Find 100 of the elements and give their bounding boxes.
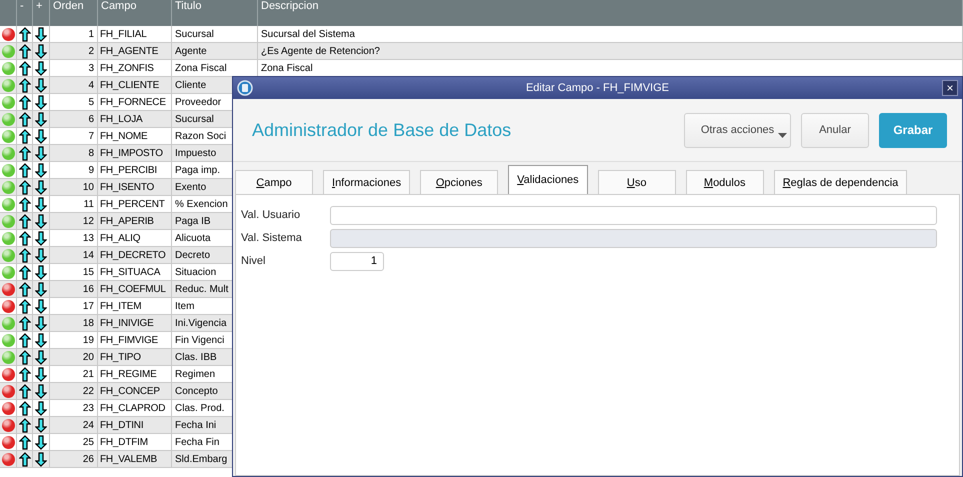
down-arrow-icon[interactable] [35,146,47,160]
down-arrow-icon[interactable] [35,44,47,58]
up-arrow-icon[interactable] [18,316,30,330]
up-arrow-icon[interactable] [18,128,30,144]
order-number: 20 [82,352,94,362]
up-arrow-icon[interactable] [18,282,30,296]
down-arrow-icon[interactable] [35,60,47,76]
field-label: Nivel [241,255,266,267]
field-title: % Exencion [175,198,228,210]
down-arrow-icon[interactable] [35,196,47,212]
tab[interactable]: Validaciones [508,165,588,194]
down-arrow-icon[interactable] [35,26,47,42]
down-arrow-icon[interactable] [35,434,47,450]
field-title: Sucursal [175,28,214,40]
up-arrow-icon[interactable] [18,400,30,416]
up-arrow-icon[interactable] [18,298,30,314]
field-name: FH_APERIB [100,216,154,226]
order-number: 6 [88,114,94,124]
order-number: 26 [82,454,94,464]
up-arrow-icon[interactable] [18,452,30,466]
column-header[interactable]: Descripcion [261,0,318,12]
field-name: FH_FORNECE [100,96,166,108]
down-arrow-icon[interactable] [35,452,47,466]
field-title: Clas. Prod. [175,402,224,414]
field-description: ¿Es Agente de Retencion? [261,46,380,56]
field-name: FH_ZONFIS [100,62,154,74]
column-header[interactable]: Titulo [175,0,202,12]
tab[interactable]: Informaciones [323,170,410,194]
up-arrow-icon[interactable] [18,60,30,76]
down-arrow-icon[interactable] [35,264,47,280]
down-arrow-icon[interactable] [35,384,47,398]
field-name: FH_TIPO [100,352,141,362]
up-arrow-icon[interactable] [18,214,30,228]
field-title: Zona Fiscal [175,62,227,74]
down-arrow-icon[interactable] [35,400,47,416]
down-arrow-icon[interactable] [35,78,47,92]
up-arrow-icon[interactable] [18,180,30,194]
column-header[interactable]: Campo [101,0,136,12]
down-arrow-icon[interactable] [35,366,47,382]
up-arrow-icon[interactable] [18,230,30,246]
field-description: Zona Fiscal [261,62,313,74]
column-header[interactable]: - [20,0,24,12]
field-name: FH_INIVIGE [100,318,154,328]
field-title: Fecha Fin [175,436,220,448]
order-number: 24 [82,420,94,430]
field-name: FH_DTFIM [100,436,148,448]
up-arrow-icon[interactable] [18,434,30,450]
up-arrow-icon[interactable] [18,264,30,280]
field-name: FH_IMPOSTO [100,148,163,158]
field-title: Fin Vigenci [175,334,224,346]
up-arrow-icon[interactable] [18,332,30,348]
down-arrow-icon[interactable] [35,162,47,178]
action-button[interactable]: Otras acciones [684,112,791,148]
field-name: FH_AGENTE [100,46,158,56]
up-arrow-icon[interactable] [18,366,30,382]
down-arrow-icon[interactable] [35,248,47,262]
order-number: 17 [82,300,94,312]
down-arrow-icon[interactable] [35,214,47,228]
field-name: FH_CONCEP [100,386,160,396]
up-arrow-icon[interactable] [18,78,30,92]
up-arrow-icon[interactable] [18,248,30,262]
order-number: 22 [82,386,94,396]
order-number: 5 [88,96,94,108]
up-arrow-icon[interactable] [18,384,30,398]
field-label: Val. Sistema [241,232,303,244]
down-arrow-icon[interactable] [35,230,47,246]
down-arrow-icon[interactable] [35,282,47,296]
up-arrow-icon[interactable] [18,44,30,58]
column-header[interactable]: Orden [53,0,84,12]
down-arrow-icon[interactable] [35,112,47,126]
tab[interactable]: Opciones [420,170,498,194]
down-arrow-icon[interactable] [35,350,47,364]
up-arrow-icon[interactable] [18,418,30,432]
down-arrow-icon[interactable] [35,418,47,432]
up-arrow-icon[interactable] [18,350,30,364]
close-button[interactable]: × [942,80,958,96]
field-title: Clas. IBB [175,352,217,362]
down-arrow-icon[interactable] [35,94,47,110]
input-field[interactable]: 1 [330,252,384,270]
down-arrow-icon[interactable] [35,332,47,348]
field-name: FH_NOME [100,130,148,142]
tab[interactable]: Campo [235,170,313,194]
up-arrow-icon[interactable] [18,26,30,42]
down-arrow-icon[interactable] [35,316,47,330]
field-name: FH_ALIQ [100,232,140,244]
down-arrow-icon[interactable] [35,128,47,144]
down-arrow-icon[interactable] [35,298,47,314]
up-arrow-icon[interactable] [18,196,30,212]
input-field[interactable] [330,206,937,224]
up-arrow-icon[interactable] [18,146,30,160]
field-name: FH_VALEMB [100,454,157,464]
tab[interactable]: Reglas de dependencia [774,170,908,194]
down-arrow-icon[interactable] [35,180,47,194]
action-button[interactable]: Anular [801,112,869,148]
up-arrow-icon[interactable] [18,94,30,110]
column-header[interactable]: + [36,0,42,12]
up-arrow-icon[interactable] [18,112,30,126]
tab[interactable]: Uso [598,170,676,194]
up-arrow-icon[interactable] [18,162,30,178]
tab[interactable]: Modulos [686,170,764,194]
